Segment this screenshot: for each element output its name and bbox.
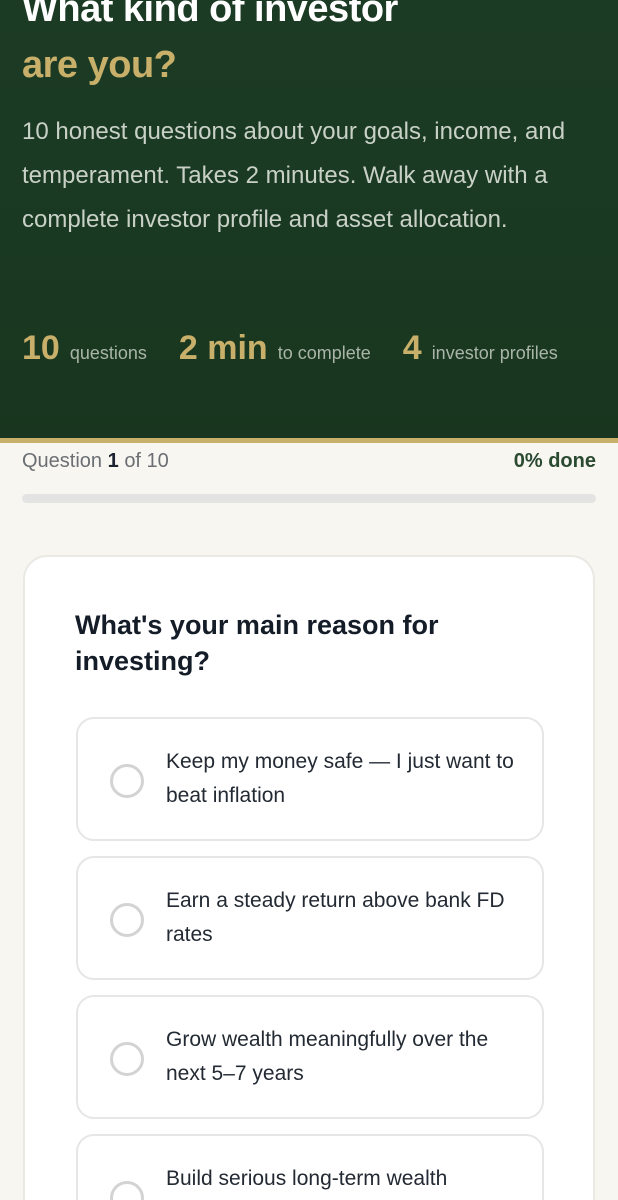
answer-option[interactable]: Keep my money safe — I just want to beat…	[76, 717, 544, 841]
progress-percent: 0% done	[513, 449, 596, 472]
hero-description: 10 honest questions about your goals, in…	[22, 118, 566, 233]
stat-label: investor profiles	[431, 343, 558, 363]
hero-title: What kind of investor	[22, 0, 398, 30]
radio-button-icon[interactable]	[110, 764, 144, 798]
stat-profiles: 4 investor profiles	[403, 328, 558, 368]
answer-option-label: Keep my money safe — I just want to beat…	[166, 750, 514, 807]
progress-bar	[22, 494, 596, 503]
hero-section: What kind of investor are you? 10 honest…	[0, 0, 618, 438]
answer-option-label: Build serious long-term wealth	[166, 1167, 448, 1190]
radio-button-icon[interactable]	[110, 903, 144, 937]
answer-option-label: Earn a steady return above bank FD rates	[166, 889, 505, 946]
stat-value: 2 min	[178, 329, 268, 367]
question-counter: Question 1 of 10	[22, 450, 169, 473]
stat-duration: 2 min to complete	[179, 328, 371, 368]
stat-label: questions	[69, 343, 147, 363]
stat-label: to complete	[277, 343, 371, 363]
stat-value: 4	[402, 329, 422, 367]
question-card: What's your main reason for investing? K…	[23, 555, 595, 1200]
answer-option[interactable]: Earn a steady return above bank FD rates	[76, 856, 544, 980]
stat-value: 10	[22, 329, 60, 367]
answer-option[interactable]: Build serious long-term wealth	[76, 1134, 544, 1200]
hero-title-accent: are you?	[22, 44, 177, 86]
counter-prefix: Question	[22, 449, 103, 472]
question-text: What's your main reason for investing?	[75, 610, 439, 676]
answer-option-label: Grow wealth meaningfully over the next 5…	[166, 1028, 489, 1085]
hero-divider	[0, 438, 618, 443]
counter-current: 1	[107, 449, 119, 472]
radio-button-icon[interactable]	[110, 1042, 144, 1076]
stat-questions: 10 questions	[22, 328, 147, 368]
answer-option[interactable]: Grow wealth meaningfully over the next 5…	[76, 995, 544, 1119]
progress-header: Question 1 of 10 0% done	[22, 447, 596, 475]
hero-stats: 10 questions 2 min to complete 4 investo…	[22, 328, 558, 368]
radio-button-icon[interactable]	[110, 1181, 144, 1200]
counter-suffix: of 10	[124, 449, 169, 472]
